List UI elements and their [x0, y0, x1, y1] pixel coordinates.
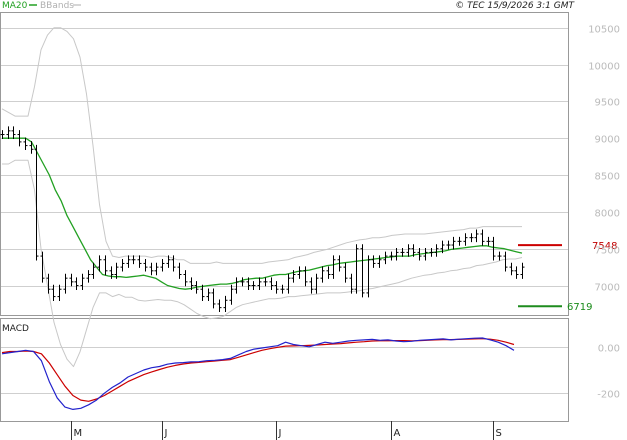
- price-bar: [371, 255, 376, 268]
- price-tick-label: 7500: [595, 246, 620, 257]
- price-bar: [377, 255, 382, 268]
- price-bar: [469, 233, 474, 243]
- price-bar: [126, 255, 131, 268]
- price-tick-label: 8500: [595, 172, 620, 183]
- price-bar: [463, 233, 468, 246]
- ma20-line: [2, 137, 523, 290]
- price-bar: [331, 255, 336, 279]
- support-label: 6719: [567, 302, 592, 313]
- price-bar: [451, 236, 456, 250]
- price-bar: [491, 236, 496, 261]
- price-bar: [154, 262, 159, 276]
- price-bar: [120, 259, 125, 272]
- price-tick-label: 8000: [595, 209, 620, 220]
- price-bar: [480, 229, 485, 246]
- price-bar: [263, 277, 268, 287]
- ma20-series-line: [2, 137, 523, 290]
- price-bar: [514, 266, 519, 279]
- price-bars: [0, 126, 525, 313]
- price-bar: [234, 277, 239, 294]
- price-bar: [366, 255, 371, 298]
- price-bar: [297, 266, 302, 279]
- price-bar: [343, 262, 348, 283]
- price-bar: [11, 126, 16, 139]
- price-tick-label: 10500: [588, 25, 620, 36]
- price-bar: [177, 262, 182, 279]
- price-bar: [6, 126, 11, 139]
- macd-axis-labels: 0.00 -200: [597, 344, 620, 401]
- price-bar: [63, 273, 68, 294]
- month-label: J: [164, 428, 168, 439]
- month-label: M: [74, 428, 83, 439]
- price-tick-label: 9500: [595, 98, 620, 109]
- price-bar: [309, 277, 314, 294]
- price-bar: [269, 277, 274, 290]
- macd-tick-label: 0.00: [598, 344, 620, 355]
- price-bar: [69, 273, 74, 287]
- price-bar: [446, 240, 451, 250]
- price-bar: [86, 270, 91, 283]
- price-bar: [143, 259, 148, 272]
- bollinger-upper-line: [1, 27, 522, 264]
- price-bar: [303, 266, 308, 287]
- month-label: A: [394, 428, 401, 439]
- price-bar: [29, 141, 34, 154]
- price-bar: [240, 277, 245, 287]
- price-bar: [486, 236, 491, 246]
- price-bar: [497, 251, 502, 261]
- price-bar: [349, 273, 354, 294]
- price-bar: [389, 251, 394, 261]
- macd-grid: [1, 347, 568, 394]
- price-bar: [211, 288, 216, 309]
- macd-tick-label: -200: [597, 390, 620, 401]
- month-label: J: [278, 428, 282, 439]
- price-tick-label: 7000: [595, 283, 620, 294]
- price-tick-label: 10000: [588, 62, 620, 73]
- price-bar: [160, 259, 165, 272]
- price-bar: [503, 251, 508, 272]
- price-bar: [51, 284, 56, 302]
- chart-credit: © TEC 15/9/2026 3:1 GMT: [455, 1, 575, 11]
- price-bar: [223, 295, 228, 313]
- price-bar: [257, 277, 262, 290]
- price-bar: [57, 284, 62, 302]
- stock-chart: 75486719 7000750080008500900095001000010…: [0, 1, 620, 440]
- price-bar: [274, 281, 279, 294]
- price-bar: [103, 255, 108, 276]
- price-bar: [149, 262, 154, 276]
- price-bar: [34, 144, 39, 261]
- legend-bbands: BBands: [40, 1, 74, 11]
- month-label: S: [496, 428, 502, 439]
- price-bar: [286, 273, 291, 294]
- price-bar: [509, 262, 514, 276]
- price-bar: [229, 284, 234, 305]
- price-bar: [131, 255, 136, 265]
- price-bar: [74, 277, 79, 290]
- price-bar: [520, 262, 525, 279]
- price-bar: [251, 281, 256, 290]
- price-panel-frame: [0, 12, 569, 316]
- price-bar: [200, 284, 205, 302]
- macd-lines: [1, 337, 515, 410]
- price-bar: [314, 273, 319, 294]
- price-grid: [1, 28, 568, 287]
- price-tick-label: 9000: [595, 135, 620, 146]
- price-bar: [457, 236, 462, 246]
- legend-ma20: MA20: [2, 1, 28, 11]
- price-bar: [183, 270, 188, 287]
- macd-panel-title: MACD: [2, 324, 29, 334]
- price-bar: [474, 229, 479, 243]
- price-bar: [206, 288, 211, 302]
- price-axis-labels: 7000 7500 8000 8500 9000 9500 10000 10500: [588, 25, 620, 294]
- price-bar: [137, 255, 142, 268]
- price-bar: [406, 244, 411, 257]
- price-bar: [320, 266, 325, 283]
- price-bar: [326, 266, 331, 279]
- month-axis-labels: MJJAS: [71, 421, 502, 440]
- price-bar: [434, 244, 439, 257]
- price-bar: [217, 299, 222, 313]
- price-bar: [80, 273, 85, 290]
